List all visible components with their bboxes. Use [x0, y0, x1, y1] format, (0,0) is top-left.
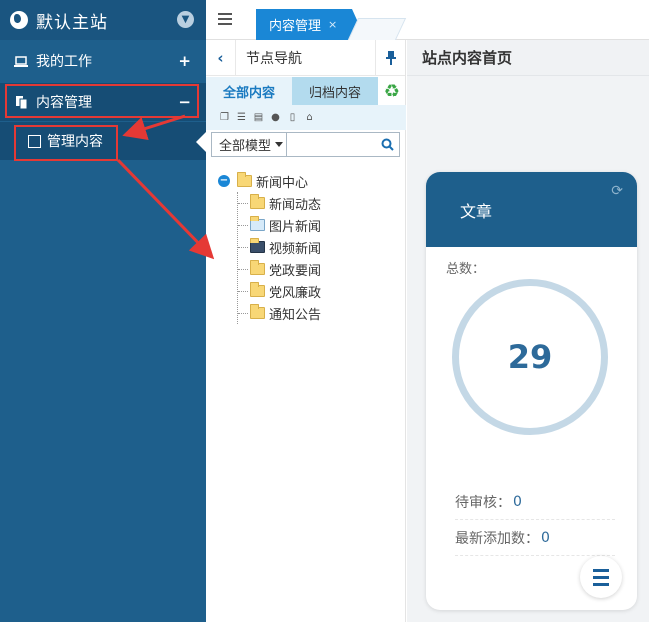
- sidebar-item-my-work[interactable]: 我的工作 +: [0, 42, 206, 80]
- folder-icon: [250, 194, 265, 209]
- highlight-box: [5, 84, 199, 118]
- article-stats-card: 文章 ⟳ 总数： 29 待审核： 0 最新添加数： 0: [426, 172, 637, 610]
- tree-node-label[interactable]: 通知公告: [269, 304, 321, 323]
- tree-node-root[interactable]: − 新闻中心: [218, 170, 403, 192]
- tab-placeholder: [347, 18, 407, 40]
- tree-node[interactable]: 新闻动态: [238, 192, 403, 214]
- total-count: 29: [507, 338, 553, 376]
- tab-label: 内容管理: [269, 19, 322, 34]
- tree-node-label[interactable]: 党风廉政: [269, 282, 321, 301]
- tree-children: 新闻动态 图片新闻 视频新闻 党政要闻 党风廉政 通知公告: [237, 192, 403, 324]
- image-folder-icon: [250, 216, 265, 231]
- pending-count: 0: [513, 493, 522, 510]
- new-label: 最新添加数：: [455, 530, 539, 547]
- close-icon[interactable]: ×: [328, 18, 337, 31]
- node-tree: − 新闻中心 新闻动态 图片新闻 视频新闻 党政要闻 党风廉政 通知公告: [218, 170, 403, 324]
- laptop-icon: [14, 55, 28, 67]
- tree-tabs: 全部内容 归档内容 ♻: [206, 77, 406, 105]
- table-icon[interactable]: ▤: [253, 112, 264, 123]
- active-indicator: [196, 132, 206, 152]
- tab-bar: 内容管理 ×: [206, 0, 649, 40]
- refresh-icon[interactable]: ⟳: [611, 183, 623, 199]
- home-icon[interactable]: ⌂: [304, 112, 315, 123]
- node-navigation-panel: ‹ 节点导航 全部内容 归档内容 ♻ ❐ ☰ ▤ ● ▯ ⌂ 全部模型 − 新闻…: [206, 39, 406, 622]
- model-select-value: 全部模型: [219, 139, 272, 154]
- new-row: 最新添加数： 0: [455, 520, 615, 556]
- tree-node[interactable]: 通知公告: [238, 302, 403, 324]
- tree-node-label[interactable]: 党政要闻: [269, 260, 321, 279]
- search-icon[interactable]: [375, 133, 399, 156]
- tab-archived-content[interactable]: 归档内容: [292, 77, 378, 105]
- folder-icon: [250, 260, 265, 275]
- tree-node[interactable]: 党风廉政: [238, 280, 403, 302]
- collapse-icon[interactable]: −: [218, 175, 230, 187]
- tree-node[interactable]: 视频新闻: [238, 236, 403, 258]
- caret-down-icon: [275, 142, 284, 147]
- folder-open-icon: [237, 172, 252, 187]
- total-gauge: 29: [452, 279, 608, 435]
- menu-icon[interactable]: [218, 13, 232, 25]
- tree-node[interactable]: 图片新闻: [238, 214, 403, 236]
- globe-icon[interactable]: ●: [270, 112, 281, 123]
- tree-node-label[interactable]: 视频新闻: [269, 238, 321, 257]
- pin-icon[interactable]: [375, 40, 405, 76]
- folder-icon: [250, 282, 265, 297]
- pending-row: 待审核： 0: [455, 484, 615, 520]
- tree-header: ‹ 节点导航: [206, 39, 405, 76]
- tree-title: 节点导航: [246, 50, 302, 67]
- site-header[interactable]: 默认主站 ▼: [0, 0, 206, 40]
- page-title: 站点内容首页: [407, 40, 649, 76]
- highlight-box: [14, 125, 118, 161]
- tree-toolbar: ❐ ☰ ▤ ● ▯ ⌂: [206, 105, 406, 130]
- copy-icon[interactable]: ❐: [219, 112, 230, 123]
- card-header: 文章 ⟳: [426, 172, 637, 247]
- recycle-icon[interactable]: ♻: [378, 77, 406, 105]
- tree-node-label[interactable]: 新闻中心: [256, 172, 308, 191]
- tree-node[interactable]: 党政要闻: [238, 258, 403, 280]
- model-filter: 全部模型: [211, 132, 400, 157]
- list-button[interactable]: [580, 556, 622, 598]
- chevron-down-icon[interactable]: ▼: [177, 11, 194, 28]
- plus-icon[interactable]: +: [178, 52, 191, 70]
- pending-label: 待审核：: [455, 494, 511, 511]
- search-input[interactable]: [287, 133, 375, 156]
- model-select[interactable]: 全部模型: [212, 133, 287, 156]
- video-folder-icon: [250, 238, 265, 253]
- folder-icon: [250, 304, 265, 319]
- sidebar: 默认主站 ▼ 我的工作 + 内容管理 − 管理内容: [0, 0, 206, 622]
- main-content: 站点内容首页 文章 ⟳ 总数： 29 待审核： 0 最新添加数： 0: [407, 40, 649, 622]
- new-count: 0: [541, 529, 550, 546]
- total-label: 总数：: [446, 262, 486, 277]
- chevron-left-icon[interactable]: ‹: [206, 39, 236, 76]
- sidebar-item-label: 我的工作: [36, 54, 92, 70]
- tab-content-management[interactable]: 内容管理 ×: [256, 9, 366, 40]
- tree-node-label[interactable]: 图片新闻: [269, 216, 321, 235]
- list-icon: [593, 567, 609, 588]
- tree-node-label[interactable]: 新闻动态: [269, 194, 321, 213]
- site-title: 默认主站: [36, 12, 108, 33]
- card-title: 文章: [460, 201, 493, 221]
- list-icon[interactable]: ☰: [236, 112, 247, 123]
- file-icon[interactable]: ▯: [287, 112, 298, 123]
- tab-all-content[interactable]: 全部内容: [206, 77, 292, 105]
- globe-icon: [10, 11, 28, 29]
